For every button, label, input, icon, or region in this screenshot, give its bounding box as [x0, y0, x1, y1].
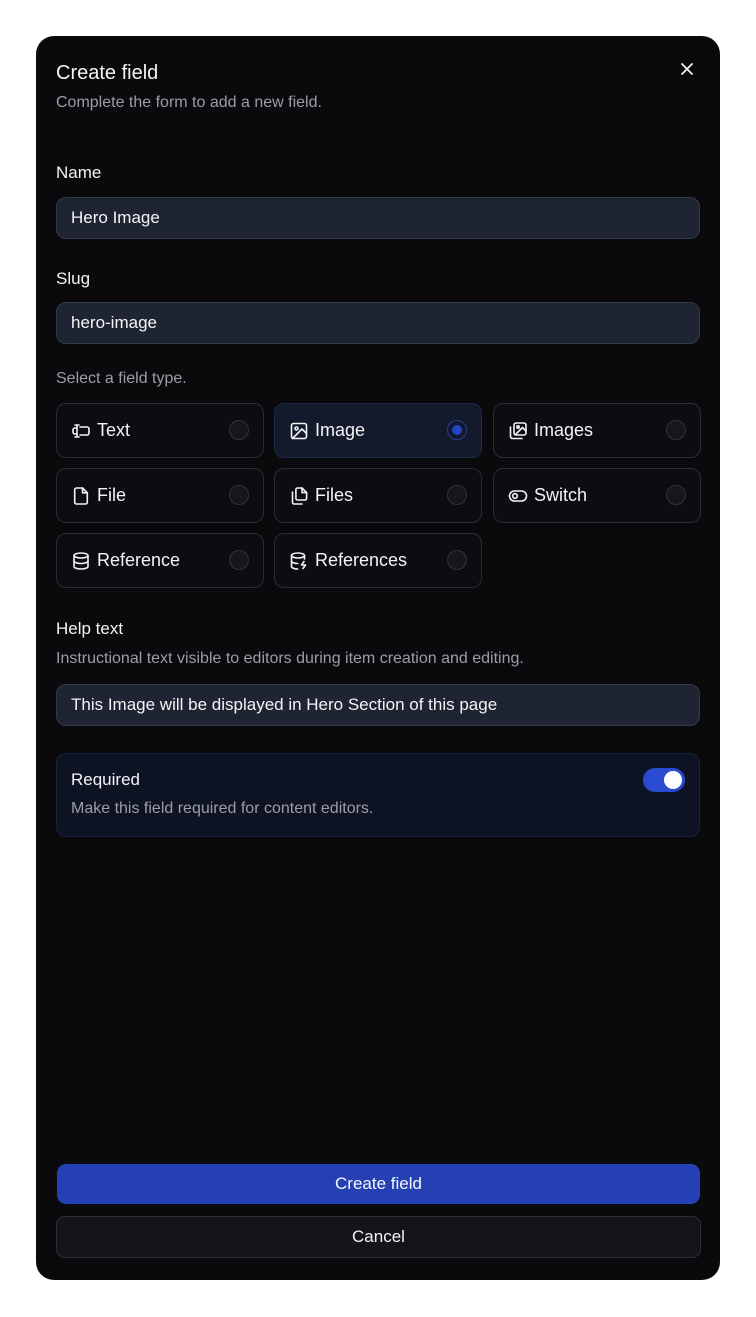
- radio-button[interactable]: [229, 485, 249, 505]
- file-icon: [71, 486, 91, 506]
- name-input-value: Hero Image: [71, 208, 160, 227]
- database-icon: [71, 551, 91, 571]
- close-icon[interactable]: [680, 62, 694, 76]
- radio-button[interactable]: [666, 420, 686, 440]
- field-type-label: Reference: [97, 550, 181, 570]
- help-text-input[interactable]: This Image will be displayed in Hero Sec…: [56, 684, 700, 726]
- field-type-prompt: Select a field type.: [56, 370, 187, 387]
- radio-button[interactable]: [447, 485, 467, 505]
- files-icon: [289, 486, 309, 506]
- radio-button[interactable]: [229, 550, 249, 570]
- name-label: Name: [56, 163, 102, 182]
- image-icon: [289, 421, 309, 441]
- radio-button[interactable]: [447, 550, 467, 570]
- radio-dot: [452, 425, 462, 435]
- create-field-button[interactable]: Create field: [57, 1164, 700, 1204]
- field-type-option-images[interactable]: Images: [493, 403, 701, 458]
- field-type-option-file[interactable]: File: [56, 468, 264, 523]
- field-type-label: Images: [534, 420, 594, 440]
- slug-input[interactable]: hero-image: [56, 302, 700, 344]
- field-type-label: Image: [315, 420, 366, 440]
- radio-button-selected[interactable]: [447, 420, 467, 440]
- help-text-input-value: This Image will be displayed in Hero Sec…: [71, 695, 498, 714]
- radio-button[interactable]: [229, 420, 249, 440]
- database-zap-icon: [289, 551, 309, 571]
- required-title: Required: [71, 770, 140, 789]
- dialog-title: Create field: [56, 62, 159, 84]
- create-field-dialog: Create field Complete the form to add a …: [36, 36, 720, 1280]
- field-type-option-reference[interactable]: Reference: [56, 533, 264, 588]
- field-type-label: Switch: [534, 485, 588, 505]
- toggle-knob: [664, 771, 682, 789]
- field-type-label: File: [97, 485, 127, 505]
- close-button[interactable]: [676, 58, 698, 80]
- help-text-label: Help text: [56, 619, 124, 638]
- toggle-icon: [508, 486, 528, 506]
- help-text-description: Instructional text visible to editors du…: [56, 650, 524, 667]
- text-cursor-input-icon: [71, 421, 91, 441]
- field-type-option-references[interactable]: References: [274, 533, 482, 588]
- cancel-button[interactable]: Cancel: [56, 1216, 701, 1258]
- required-toggle[interactable]: [643, 768, 685, 792]
- slug-label: Slug: [56, 269, 91, 288]
- field-type-option-files[interactable]: Files: [274, 468, 482, 523]
- field-type-label: Files: [315, 485, 354, 505]
- field-type-option-switch[interactable]: Switch: [493, 468, 701, 523]
- slug-input-value: hero-image: [71, 313, 157, 332]
- dialog-subtitle: Complete the form to add a new field.: [56, 94, 322, 111]
- field-type-option-text[interactable]: Text: [56, 403, 264, 458]
- field-type-option-image[interactable]: Image: [274, 403, 482, 458]
- images-icon: [508, 421, 528, 441]
- required-setting: Required Make this field required for co…: [56, 753, 700, 837]
- required-description: Make this field required for content edi…: [71, 800, 374, 817]
- radio-button[interactable]: [666, 485, 686, 505]
- field-type-label: References: [315, 550, 408, 570]
- name-input[interactable]: Hero Image: [56, 197, 700, 239]
- field-type-label: Text: [97, 420, 131, 440]
